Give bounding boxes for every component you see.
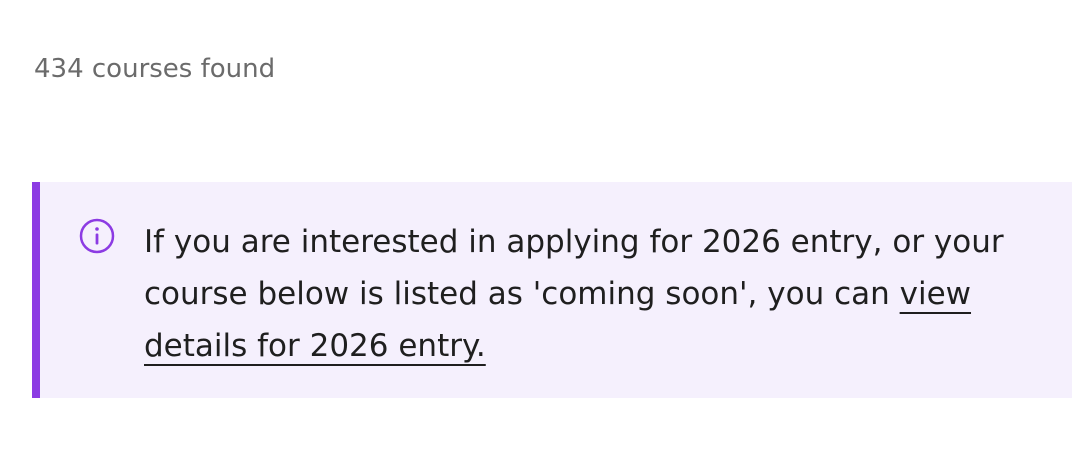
info-icon [79, 218, 115, 254]
entry-notice-banner: If you are interested in applying for 20… [32, 182, 1072, 398]
results-count: 434 courses found [34, 54, 276, 84]
notice-message: If you are interested in applying for 20… [144, 216, 1044, 372]
notice-text: If you are interested in applying for 20… [144, 224, 1004, 312]
